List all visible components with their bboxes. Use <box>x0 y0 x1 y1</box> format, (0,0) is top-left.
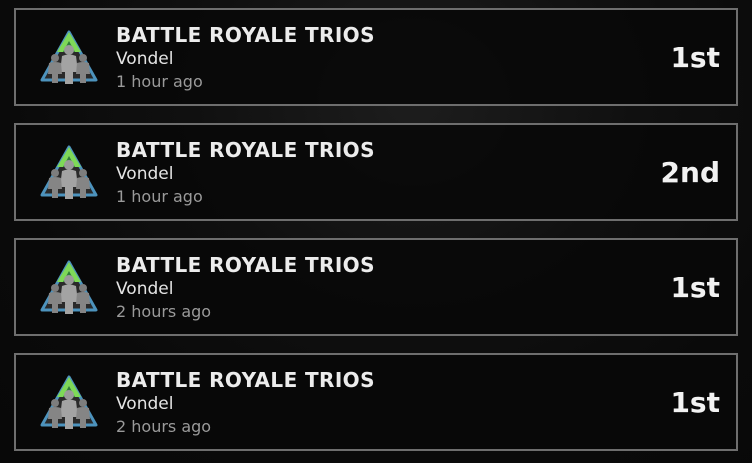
map-name: Vondel <box>116 164 174 184</box>
trios-team-icon <box>38 258 100 318</box>
trios-team-icon <box>38 373 100 433</box>
match-history-list: BATTLE ROYALE TRIOS Vondel 1 hour ago 1s… <box>14 8 738 451</box>
match-time: 1 hour ago <box>116 187 203 206</box>
map-name: Vondel <box>116 394 174 414</box>
game-mode-title: BATTLE ROYALE TRIOS <box>116 368 375 392</box>
game-mode-title: BATTLE ROYALE TRIOS <box>116 253 375 277</box>
placement-label: 1st <box>670 386 720 419</box>
game-mode-title: BATTLE ROYALE TRIOS <box>116 138 375 162</box>
match-time: 1 hour ago <box>116 72 203 91</box>
placement-label: 1st <box>670 271 720 304</box>
game-mode-title: BATTLE ROYALE TRIOS <box>116 23 375 47</box>
match-card[interactable]: BATTLE ROYALE TRIOS Vondel 2 hours ago 1… <box>14 238 738 336</box>
trios-team-icon <box>38 28 100 88</box>
map-name: Vondel <box>116 49 174 69</box>
match-card[interactable]: BATTLE ROYALE TRIOS Vondel 1 hour ago 2n… <box>14 123 738 221</box>
map-name: Vondel <box>116 279 174 299</box>
match-time: 2 hours ago <box>116 417 212 436</box>
match-card[interactable]: BATTLE ROYALE TRIOS Vondel 1 hour ago 1s… <box>14 8 738 106</box>
match-card[interactable]: BATTLE ROYALE TRIOS Vondel 2 hours ago 1… <box>14 353 738 451</box>
placement-label: 1st <box>670 41 720 74</box>
trios-team-icon <box>38 143 100 203</box>
match-time: 2 hours ago <box>116 302 212 321</box>
placement-label: 2nd <box>660 156 720 189</box>
